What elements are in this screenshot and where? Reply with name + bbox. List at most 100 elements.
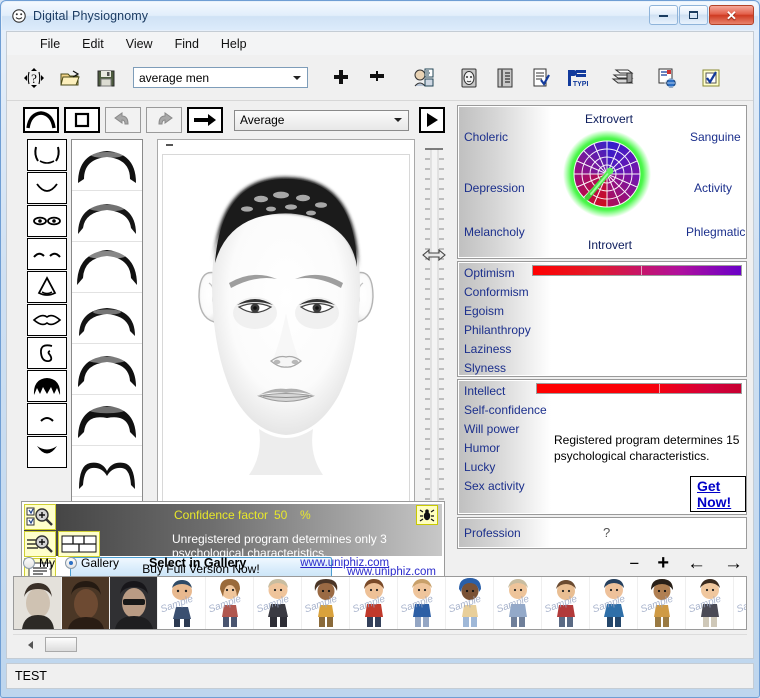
temperament-wheel[interactable] bbox=[561, 128, 653, 220]
window-controls: ✕ bbox=[648, 5, 754, 25]
menu-find[interactable]: Find bbox=[164, 34, 210, 54]
source-gallery-radio[interactable]: Gallery bbox=[65, 556, 133, 570]
list-item[interactable] bbox=[72, 140, 142, 191]
thumbnail-item[interactable] bbox=[14, 577, 62, 629]
thumbnail-item[interactable]: Sample bbox=[206, 577, 254, 629]
add-plus-icon[interactable] bbox=[326, 63, 356, 93]
menu-view[interactable]: View bbox=[115, 34, 164, 54]
dataset-combo[interactable]: average men bbox=[133, 67, 308, 88]
printer-icon[interactable] bbox=[608, 63, 638, 93]
application-window: Digital Physiognomy ✕ File Edit View Fin… bbox=[0, 0, 760, 698]
feature-hair-button[interactable] bbox=[27, 370, 67, 402]
remove-minus-icon[interactable] bbox=[362, 63, 392, 93]
person-type-icon[interactable]: TYPE bbox=[562, 63, 592, 93]
proportion-slider[interactable] bbox=[421, 143, 447, 535]
export-web-icon[interactable] bbox=[652, 63, 682, 93]
gallery-thumbnails[interactable]: Sample Sample Sample Sample Sample Sampl… bbox=[13, 576, 747, 630]
play-button[interactable] bbox=[419, 107, 445, 133]
open-folder-icon[interactable] bbox=[55, 63, 85, 93]
thumbnail-item[interactable]: Sample bbox=[302, 577, 350, 629]
radio-gallery-icon bbox=[65, 557, 77, 569]
list-item[interactable] bbox=[72, 446, 142, 497]
source-my-radio[interactable]: My bbox=[23, 556, 69, 570]
smiley-face-icon bbox=[11, 8, 27, 24]
feature-chin-button[interactable] bbox=[27, 436, 67, 468]
redo-button[interactable] bbox=[146, 107, 182, 133]
thumbnail-item[interactable] bbox=[110, 577, 158, 629]
thumbnail-item[interactable]: Sample bbox=[158, 577, 206, 629]
prev-button[interactable]: ← bbox=[687, 554, 706, 573]
thumbnail-item[interactable]: Sample bbox=[446, 577, 494, 629]
feature-nose-button[interactable] bbox=[27, 271, 67, 303]
unknown-face-icon[interactable]: ? bbox=[19, 63, 49, 93]
chevron-down-icon[interactable] bbox=[389, 112, 406, 129]
eyebrow-list[interactable] bbox=[71, 139, 143, 551]
scroll-left-arrow-icon[interactable] bbox=[23, 638, 39, 652]
list-item[interactable] bbox=[72, 344, 142, 395]
gallery-scrollbar[interactable] bbox=[13, 634, 747, 654]
client-area: ? bbox=[6, 55, 754, 659]
feature-eyes-button[interactable] bbox=[27, 205, 67, 237]
menu-file[interactable]: File bbox=[29, 34, 71, 54]
scrollbar-thumb[interactable] bbox=[45, 637, 77, 652]
face-canvas[interactable] bbox=[162, 154, 410, 506]
close-button[interactable]: ✕ bbox=[709, 5, 754, 25]
trait-label-sex-activity: Sex activity bbox=[464, 479, 525, 493]
thumbnail-item[interactable]: Sample bbox=[590, 577, 638, 629]
list-item[interactable] bbox=[72, 191, 142, 242]
zoom-out-button[interactable]: − bbox=[629, 555, 639, 572]
minimize-button[interactable] bbox=[649, 5, 678, 25]
portrait-icon[interactable] bbox=[454, 63, 484, 93]
next-button[interactable]: → bbox=[724, 554, 743, 573]
zoom-pairs-icon[interactable] bbox=[24, 504, 56, 530]
trait-label-lucky: Lucky bbox=[464, 460, 495, 474]
feature-ear-button[interactable] bbox=[27, 337, 67, 369]
zoom-in-button[interactable]: + bbox=[657, 553, 669, 573]
maximize-button[interactable] bbox=[679, 5, 708, 25]
thumbnail-item[interactable]: Sample bbox=[254, 577, 302, 629]
thumbnail-item[interactable]: Sample bbox=[638, 577, 686, 629]
mode-combo[interactable]: Average bbox=[234, 110, 409, 131]
feature-eyes-open-button[interactable] bbox=[27, 139, 67, 171]
chevron-down-icon[interactable] bbox=[288, 69, 305, 86]
thumbnail-item[interactable]: Sample bbox=[734, 577, 747, 629]
label-sanguine: Sanguine bbox=[690, 130, 741, 144]
thumbnail-item[interactable]: Sample bbox=[350, 577, 398, 629]
bug-report-icon[interactable] bbox=[416, 505, 438, 525]
face-photo-icon[interactable] bbox=[408, 63, 438, 93]
undo-button[interactable] bbox=[105, 107, 141, 133]
feature-brows-thin-button[interactable] bbox=[27, 238, 67, 270]
checklist-icon[interactable] bbox=[526, 63, 556, 93]
task-check-icon[interactable] bbox=[696, 63, 726, 93]
registered-note: Registered program determines 15 psychol… bbox=[554, 432, 746, 464]
menu-edit[interactable]: Edit bbox=[71, 34, 115, 54]
trait-label-egoism: Egoism bbox=[464, 304, 504, 318]
title-bar: Digital Physiognomy ✕ bbox=[2, 2, 758, 30]
thumbnail-item[interactable]: Sample bbox=[686, 577, 734, 629]
svg-text:TYPE: TYPE bbox=[573, 81, 588, 88]
eyebrow-shape-button[interactable] bbox=[23, 107, 59, 133]
trait-label-laziness: Laziness bbox=[464, 342, 511, 356]
thumbnail-item[interactable]: Sample bbox=[398, 577, 446, 629]
thumbnail-item[interactable]: Sample bbox=[542, 577, 590, 629]
square-shape-button[interactable] bbox=[64, 107, 100, 133]
status-text: TEST bbox=[15, 669, 47, 683]
list-item[interactable] bbox=[72, 293, 142, 344]
apply-arrow-button[interactable] bbox=[187, 107, 223, 133]
feature-mustache-button[interactable] bbox=[27, 403, 67, 435]
list-item[interactable] bbox=[72, 395, 142, 446]
menu-help[interactable]: Help bbox=[210, 34, 258, 54]
traits-group-2: Intellect Self-confidence Will power Hum… bbox=[457, 379, 747, 515]
thumbnail-item[interactable]: Sample bbox=[494, 577, 542, 629]
feature-smile-button[interactable] bbox=[27, 172, 67, 204]
save-disk-icon[interactable] bbox=[91, 63, 121, 93]
list-report-icon[interactable] bbox=[490, 63, 520, 93]
dataset-combo-value: average men bbox=[134, 71, 209, 85]
gallery-site-link[interactable]: www.uniphiz.com bbox=[300, 557, 389, 569]
feature-lips-button[interactable] bbox=[27, 304, 67, 336]
list-item[interactable] bbox=[72, 242, 142, 293]
face-preview[interactable]: Use Wheel (Shift) to select next item. bbox=[157, 139, 415, 551]
get-now-button[interactable]: Get Now! bbox=[690, 476, 746, 512]
thumbnail-item[interactable] bbox=[62, 577, 110, 629]
trait-label-self-confidence: Self-confidence bbox=[464, 403, 547, 417]
